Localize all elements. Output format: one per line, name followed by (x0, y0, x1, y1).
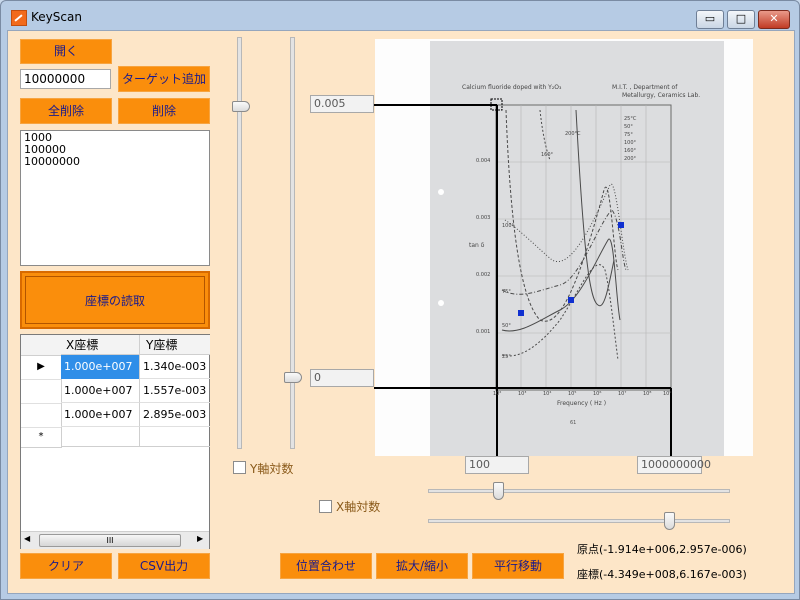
zoom-button[interactable]: 拡大/縮小 (376, 553, 468, 579)
picked-point[interactable] (618, 222, 624, 228)
scan-ylabel: tan δ (469, 242, 485, 249)
scan-xtick: 10³ (518, 391, 527, 397)
scan-curve-200 (575, 109, 615, 307)
scan-legend-entry: 200° (624, 156, 637, 162)
origin-readout: 原点(-1.914e+006,2.957e-006) (577, 543, 747, 556)
align-button[interactable]: 位置合わせ (280, 553, 372, 579)
scan-curve-label: 75° (502, 289, 511, 295)
scan-curve-label: 200°C (565, 131, 581, 137)
scan-xtick: 10⁵ (568, 391, 577, 397)
scan-page-note: 61 (570, 420, 577, 426)
scan-ytick: 0.003 (476, 215, 491, 221)
scan-legend-entry: 75° (624, 132, 633, 138)
scan-curve-100 (504, 183, 629, 271)
picked-point[interactable] (568, 297, 574, 303)
scan-curve-160 (505, 109, 619, 322)
picked-point[interactable] (518, 310, 524, 316)
x-min-slider-thumb[interactable] (493, 482, 504, 500)
scan-legend-entry: 25°C (624, 116, 637, 122)
scan-curve-label: 160° (541, 152, 554, 158)
scan-legend-entry: 100° (624, 140, 637, 146)
y-log-checkbox[interactable] (233, 461, 246, 474)
scan-xtick: 10⁷ (618, 391, 627, 397)
x-log-label: X軸対数 (336, 500, 381, 514)
scan-legend-entry: 160° (624, 148, 637, 154)
coord-readout: 座標(-4.349e+008,6.167e-003) (577, 568, 747, 581)
scan-xtick: 10⁴ (543, 391, 552, 397)
scan-title-right-2: Metallurgy, Ceramics Lab. (622, 92, 701, 99)
scan-curve-label: 100° (502, 223, 515, 229)
x-max-field[interactable]: 1000000000 (637, 456, 711, 474)
scan-xtick: 10⁶ (593, 391, 602, 397)
x-log-checkbox[interactable] (319, 500, 332, 513)
scan-legend-entry: 50° (624, 124, 633, 130)
plot-overlay (374, 98, 672, 456)
x-min-field[interactable]: 100 (465, 456, 529, 474)
scan-xlabel: Frequency ( Hz ) (557, 400, 607, 407)
x-max-slider-thumb[interactable] (664, 512, 675, 530)
x-min-slider[interactable] (428, 489, 730, 493)
scan-gridlines (496, 105, 671, 390)
scan-xtick: 10⁸ (643, 391, 652, 397)
x-max-slider[interactable] (428, 519, 730, 523)
scan-title-right-1: M.I.T. , Department of (612, 84, 678, 91)
pan-button[interactable]: 平行移動 (472, 553, 564, 579)
punch-hole (438, 189, 444, 195)
scan-curve-label: 25° (502, 354, 511, 360)
scan-plot-frame (495, 104, 672, 391)
scan-curve-label: 50° (502, 323, 511, 329)
y-log-label: Y軸対数 (250, 462, 294, 476)
scan-ytick: 0.002 (476, 272, 491, 278)
scan-ytick: 0.001 (476, 329, 491, 335)
scan-title: Calcium fluoride doped with Y₂O₃ (462, 84, 562, 91)
punch-hole (438, 300, 444, 306)
scan-xtick: 10⁹ (663, 391, 672, 397)
scan-xtick: 10² (493, 391, 502, 397)
scan-ytick: 0.004 (476, 158, 491, 164)
